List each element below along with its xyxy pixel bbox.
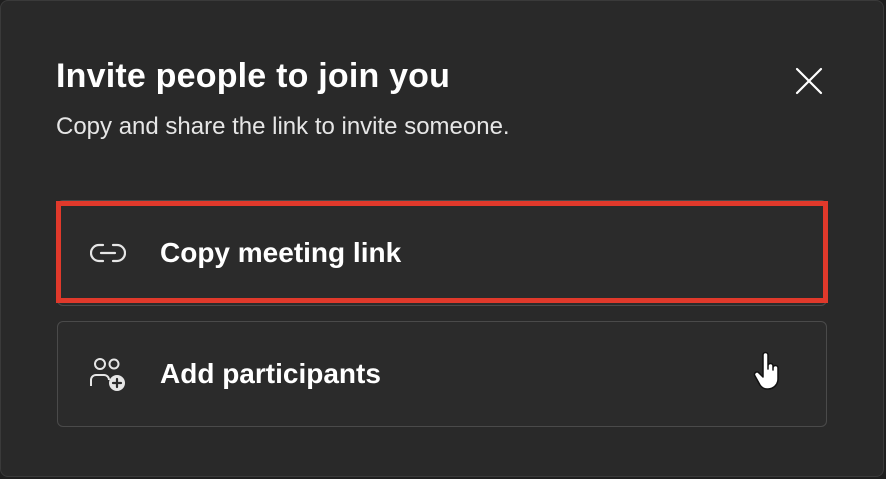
close-icon — [795, 67, 823, 95]
add-participants-label: Add participants — [160, 358, 381, 389]
copy-meeting-link-button[interactable]: Copy meeting link — [57, 200, 827, 306]
copy-meeting-link-label: Copy meeting link — [160, 237, 402, 268]
dialog-subtitle: Copy and share the link to invite someon… — [56, 113, 510, 140]
close-button[interactable] — [787, 59, 831, 103]
link-icon — [88, 233, 128, 273]
add-people-icon — [88, 354, 128, 394]
dialog-title: Invite people to join you — [56, 57, 451, 95]
hand-cursor-icon — [753, 351, 779, 390]
invite-dialog: Invite people to join you Copy and share… — [0, 0, 884, 477]
add-participants-button[interactable]: Add participants — [57, 321, 827, 427]
